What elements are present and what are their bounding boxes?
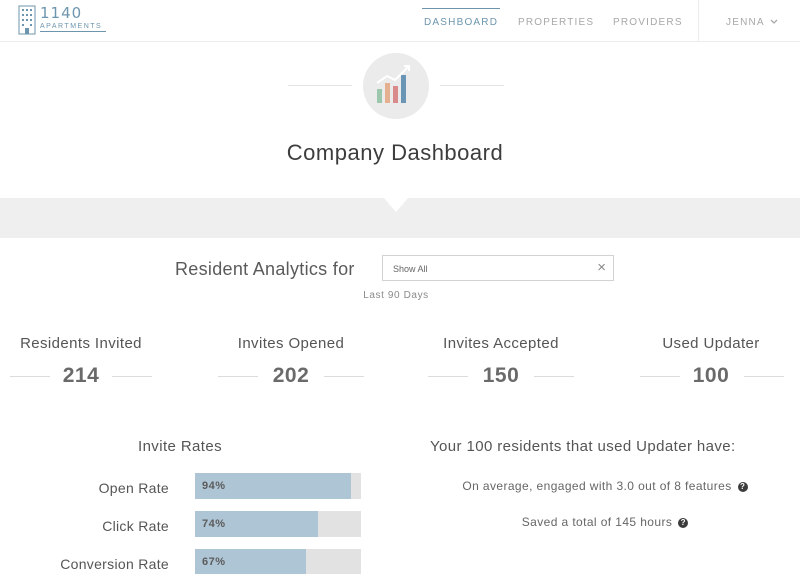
rate-percent: 74% [202, 518, 226, 530]
stat-value: 150 [482, 364, 520, 387]
stat-divider [324, 376, 364, 377]
nav-properties[interactable]: PROPERTIES [518, 17, 594, 28]
updater-summary-title: Your 100 residents that used Updater hav… [430, 438, 736, 455]
rate-label-click: Click Rate [102, 518, 169, 534]
chevron-down-icon [770, 19, 778, 24]
updater-features-line: On average, engaged with 3.0 out of 8 fe… [395, 479, 800, 493]
user-name: JENNA [726, 17, 765, 28]
help-icon[interactable]: ? [737, 481, 748, 492]
stat-divider [218, 376, 258, 377]
stat-value: 214 [62, 364, 100, 387]
analytics-filter-label: Resident Analytics for [175, 259, 355, 279]
building-icon [18, 5, 36, 35]
stat-invites-accepted: Invites Accepted 150 [416, 335, 586, 390]
stat-used-updater: Used Updater 100 [626, 335, 796, 390]
updater-features-text: On average, engaged with 3.0 out of 8 fe… [462, 479, 732, 493]
stat-residents-invited: Residents Invited 214 [0, 335, 166, 390]
rate-label-conversion: Conversion Rate [60, 556, 169, 572]
brand-subtitle: APARTMENTS [40, 22, 107, 32]
header-divider-left [288, 85, 352, 86]
header-divider-right [440, 85, 504, 86]
top-nav-bar: 1140 APARTMENTS DASHBOARD PROPERTIES PRO… [0, 0, 800, 42]
stat-divider [10, 376, 50, 377]
updater-hours-text: Saved a total of 145 hours [521, 515, 673, 529]
invite-rates-title: Invite Rates [138, 438, 223, 455]
updater-hours-line: Saved a total of 145 hours? [395, 515, 800, 529]
bar-chart-icon [376, 65, 410, 103]
nav-divider [698, 0, 699, 42]
brand-name: 1140 [40, 4, 83, 22]
user-menu[interactable]: JENNA [726, 17, 778, 28]
rate-label-open: Open Rate [98, 480, 169, 496]
brand-logo[interactable]: 1140 APARTMENTS [18, 4, 107, 37]
help-icon[interactable]: ? [678, 517, 689, 528]
page-title: Company Dashboard [286, 140, 504, 165]
nav-dashboard[interactable]: DASHBOARD [421, 8, 501, 28]
stat-divider [744, 376, 784, 377]
stat-label: Residents Invited [20, 335, 142, 352]
stat-divider [112, 376, 152, 377]
stat-value: 202 [272, 364, 310, 387]
nav-providers[interactable]: PROVIDERS [613, 17, 683, 28]
stat-label: Invites Opened [237, 335, 345, 352]
rate-percent: 67% [202, 556, 226, 568]
stat-divider [640, 376, 680, 377]
stat-invites-opened: Invites Opened 202 [206, 335, 376, 390]
stat-divider [428, 376, 468, 377]
close-icon[interactable]: × [597, 259, 606, 277]
stat-label: Used Updater [662, 335, 760, 352]
stat-value: 100 [692, 364, 730, 387]
rate-bar-open: 94% [195, 473, 361, 499]
dashboard-badge [363, 53, 429, 119]
stat-divider [534, 376, 574, 377]
filter-selected-value: Show All [393, 264, 428, 274]
property-filter-select[interactable]: Show All × [382, 255, 614, 281]
rate-bar-conversion: 67% [195, 549, 361, 574]
rate-percent: 94% [202, 480, 226, 492]
rate-bar-click: 74% [195, 511, 361, 537]
date-range-label: Last 90 Days [363, 290, 429, 301]
section-notch [384, 198, 408, 212]
stat-label: Invites Accepted [443, 335, 559, 352]
